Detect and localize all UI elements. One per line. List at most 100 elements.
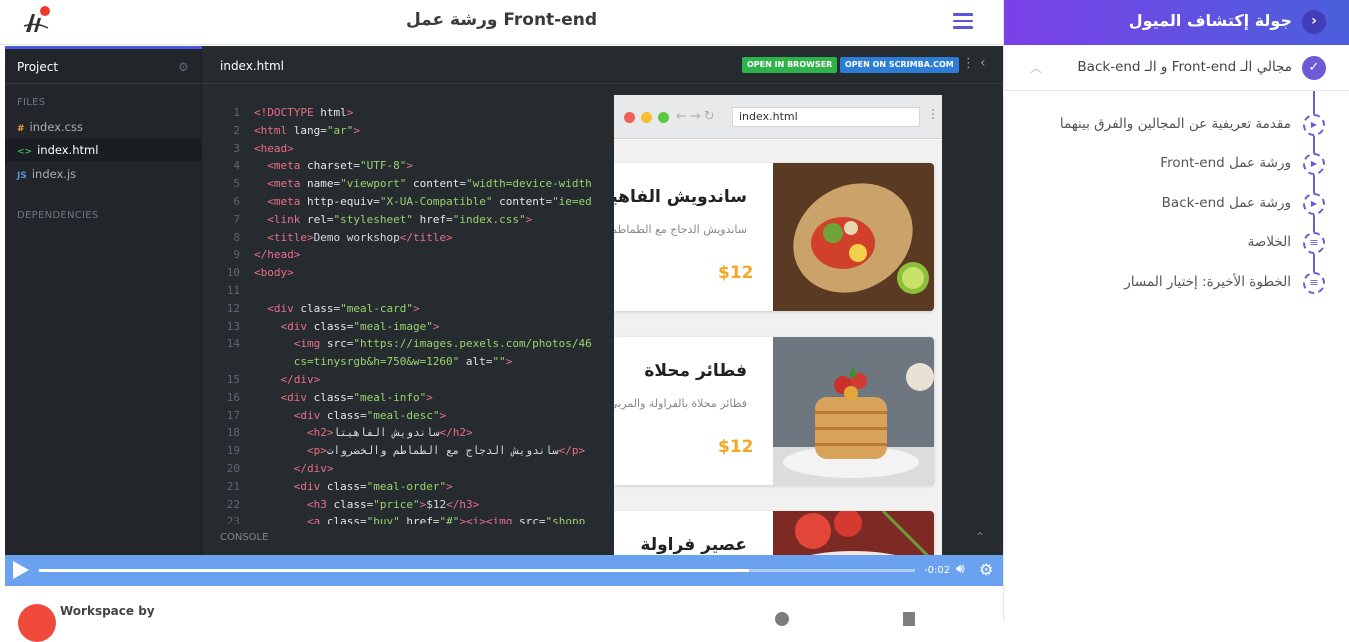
code-line[interactable]: 21 <div class="meal-order"> bbox=[202, 478, 612, 496]
code-line[interactable]: 14 <img src="https://images.pexels.com/p… bbox=[202, 335, 612, 353]
code-line[interactable]: 5 <meta name="viewport" content="width=d… bbox=[202, 175, 612, 193]
file-name: index.html bbox=[37, 143, 99, 157]
line-number: 17 bbox=[226, 408, 240, 422]
code-line[interactable]: 19 <p>ساندويش الدجاج مع الطماطم والخضروا… bbox=[202, 442, 612, 460]
info-icon[interactable] bbox=[775, 612, 789, 626]
code-line[interactable]: 23 <a class="buy" href="#"><i><img src="… bbox=[202, 513, 612, 524]
code-token: alt bbox=[459, 355, 486, 369]
code-line[interactable]: 4 <meta charset="UTF-8"> bbox=[202, 157, 612, 175]
open-on-scrimba-button[interactable]: OPEN ON SCRIMBA.COM bbox=[840, 57, 959, 73]
lesson-item[interactable]: ورشة عمل Front-end bbox=[1160, 155, 1291, 171]
js-file-icon: JS bbox=[17, 171, 27, 181]
code-line[interactable]: 11 bbox=[202, 282, 612, 300]
line-number: 4 bbox=[233, 159, 240, 173]
play-icon[interactable]: ▶ bbox=[1303, 193, 1325, 215]
code-token: = bbox=[446, 212, 453, 226]
play-icon[interactable]: ▶ bbox=[1303, 114, 1325, 136]
code-token: class bbox=[320, 515, 360, 524]
list-icon[interactable]: ≡ bbox=[1303, 232, 1325, 254]
code-line[interactable]: 13 <div class="meal-image"> bbox=[202, 318, 612, 336]
code-line[interactable]: 1 <!DOCTYPE html> bbox=[202, 104, 612, 122]
code-token: = bbox=[360, 408, 367, 422]
volume-icon[interactable]: 🔊︎ bbox=[956, 561, 965, 577]
file-item-css[interactable]: # index.css bbox=[5, 116, 202, 139]
section-row[interactable]: ✓ مجالي الـ Front-end و الـ Back-end ︿ bbox=[1004, 46, 1349, 91]
meal-price: $12 bbox=[718, 437, 754, 457]
close-dot-icon[interactable] bbox=[624, 112, 635, 123]
play-icon[interactable]: ▶ bbox=[1303, 153, 1325, 175]
chevron-up-icon[interactable]: ⌃ bbox=[975, 530, 985, 544]
lesson-item[interactable]: الخلاصة bbox=[1248, 234, 1291, 250]
tab-index-html[interactable]: index.html bbox=[220, 59, 284, 73]
file-item-html[interactable]: <> index.html bbox=[5, 139, 202, 162]
line-number: 8 bbox=[233, 230, 240, 244]
line-number: 18 bbox=[226, 426, 240, 440]
code-token: src bbox=[512, 515, 539, 524]
code-token: </title> bbox=[399, 230, 453, 244]
code-line[interactable]: 17 <div class="meal-desc"> bbox=[202, 407, 612, 425]
chevron-left-icon[interactable]: ‹ bbox=[980, 55, 986, 71]
code-token: cs=tinysrgb&h=750&w=1260" bbox=[254, 355, 460, 369]
code-token: "buy" bbox=[366, 515, 400, 524]
code-token: class bbox=[320, 408, 360, 422]
code-line[interactable]: 10 <body> bbox=[202, 264, 612, 282]
code-line[interactable]: 18 <h2>ساندويش الفاهيتا</h2> bbox=[202, 424, 612, 442]
file-item-js[interactable]: JS index.js bbox=[5, 163, 202, 186]
code-line[interactable]: 2 <html lang="ar"> bbox=[202, 122, 612, 140]
chevron-up-icon[interactable]: ︿ bbox=[1030, 59, 1042, 76]
gear-icon[interactable]: ⚙ bbox=[178, 60, 189, 74]
lesson-item[interactable]: ورشة عمل Back-end bbox=[1162, 195, 1291, 211]
code-token: "ar" bbox=[326, 123, 354, 137]
code-line[interactable]: 20 </div> bbox=[202, 460, 612, 478]
code-area[interactable]: 1 <!DOCTYPE html> 2 <html lang="ar"> 3 <head>… bbox=[202, 104, 612, 524]
code-token: "meal-desc" bbox=[366, 408, 440, 422]
open-in-browser-button[interactable]: OPEN IN BROWSER bbox=[742, 57, 838, 73]
code-token: </div> bbox=[293, 461, 334, 475]
code-token: ساندويش الفاهيتا bbox=[333, 426, 440, 440]
code-line[interactable]: 15 </div> bbox=[202, 371, 612, 389]
browser-url-field[interactable]: index.html bbox=[732, 107, 920, 127]
play-icon[interactable] bbox=[13, 561, 29, 579]
line-number: 1 bbox=[233, 106, 240, 119]
line-number: 2 bbox=[233, 123, 240, 137]
code-token: = bbox=[320, 123, 327, 137]
code-token: class bbox=[326, 497, 367, 511]
code-token: > bbox=[505, 355, 513, 369]
code-line[interactable]: 9 </head> bbox=[202, 246, 612, 264]
code-line[interactable]: 6 <meta http-equiv="X-UA-Compatible" con… bbox=[202, 193, 612, 211]
maximize-dot-icon[interactable] bbox=[658, 112, 669, 123]
line-number: 16 bbox=[226, 390, 240, 404]
scrimba-logo[interactable] bbox=[18, 604, 56, 642]
pancakes-image bbox=[773, 337, 934, 485]
menu-icon[interactable] bbox=[953, 13, 973, 29]
code-line[interactable]: cs=tinysrgb&h=750&w=1260" alt=""> bbox=[202, 353, 612, 371]
code-line[interactable]: 3 <head> bbox=[202, 140, 612, 158]
more-options-icon[interactable]: ⋮ bbox=[962, 56, 975, 71]
code-line[interactable]: 12 <div class="meal-card"> bbox=[202, 300, 612, 318]
code-line[interactable]: 8 <title>Demo workshop</title> bbox=[202, 229, 612, 247]
browser-menu-icon[interactable]: ⋮ bbox=[927, 107, 939, 121]
code-line[interactable]: 7 <link rel="stylesheet" href="index.css… bbox=[202, 211, 612, 229]
console-label[interactable]: CONSOLE bbox=[220, 532, 268, 543]
code-token: <div bbox=[280, 390, 308, 404]
project-panel: Project ⚙ FILES # index.css <> index.html … bbox=[5, 46, 202, 555]
code-token: rel bbox=[300, 212, 327, 226]
lesson-item[interactable]: الخطوة الأخيرة: إختيار المسار bbox=[1124, 274, 1291, 290]
browser-nav-icons[interactable]: ←→↻ bbox=[676, 109, 718, 124]
minimize-dot-icon[interactable] bbox=[641, 112, 652, 123]
lesson-item[interactable]: مقدمة تعريفية عن المجالين والفرق بينهما bbox=[1060, 116, 1291, 132]
sidebar-title: جولة إكتشاف الميول bbox=[1128, 11, 1292, 30]
chevron-right-icon[interactable]: › bbox=[1302, 10, 1326, 34]
settings-gear-icon[interactable]: ⚙ bbox=[979, 560, 993, 579]
document-icon[interactable] bbox=[903, 612, 915, 626]
progress-track[interactable] bbox=[39, 569, 915, 572]
code-line[interactable]: 22 <h3 class="price">$12</h3> bbox=[202, 496, 612, 514]
list-icon[interactable]: ≡ bbox=[1303, 272, 1325, 294]
code-token: = bbox=[359, 515, 367, 524]
code-line[interactable]: 16 <div class="meal-info"> bbox=[202, 389, 612, 407]
